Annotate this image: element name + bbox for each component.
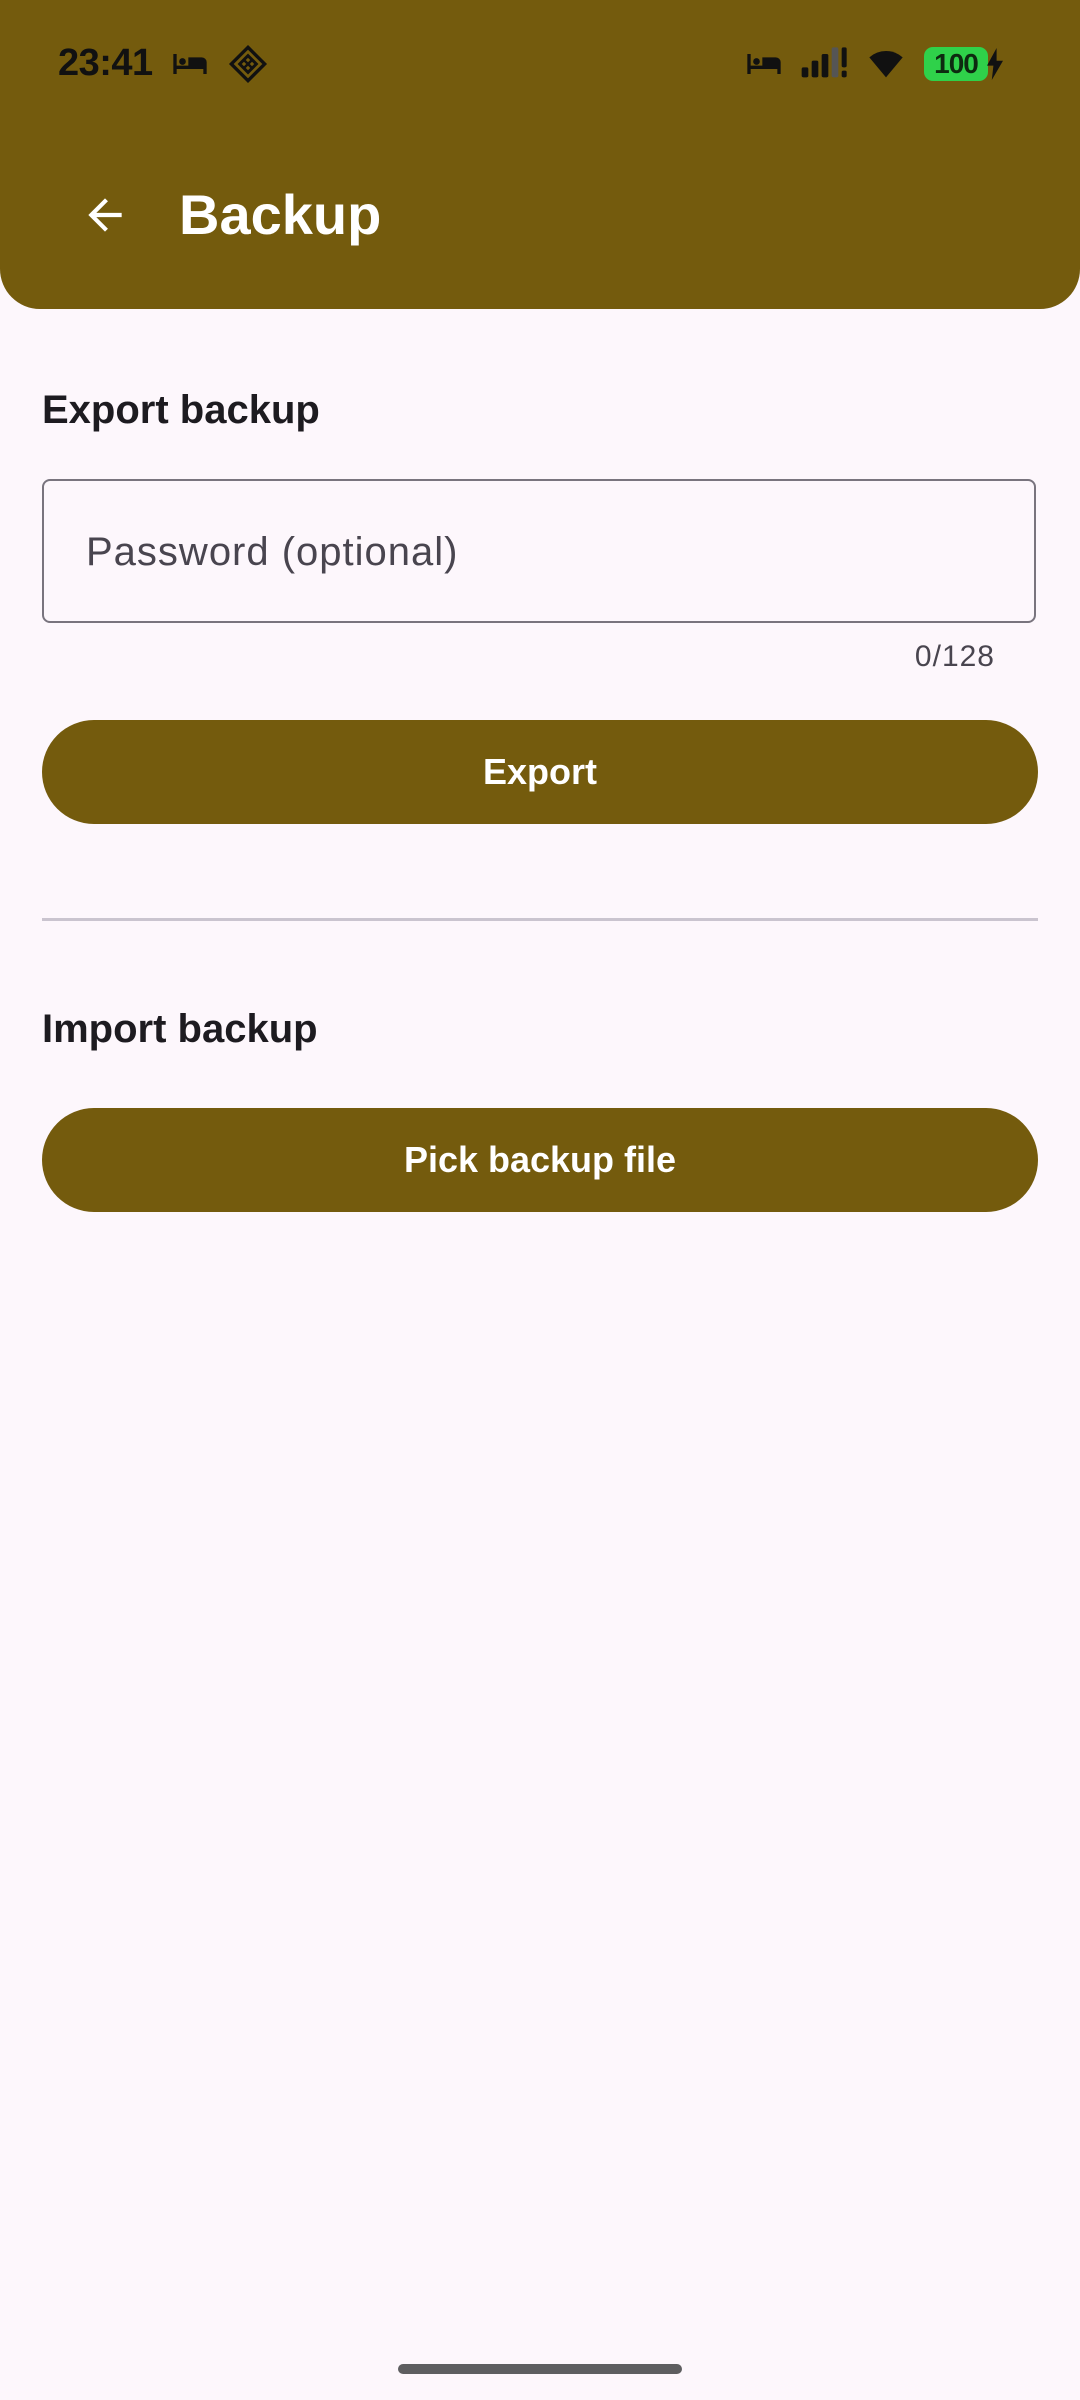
page-title: Backup	[179, 183, 382, 246]
password-input[interactable]	[84, 481, 988, 623]
import-section-title: Import backup	[42, 1007, 318, 1051]
bed-icon-right	[744, 44, 784, 89]
diamond-icon	[228, 44, 268, 89]
password-counter: 0/128	[914, 640, 995, 673]
battery-level: 100	[934, 48, 979, 79]
wifi-icon	[864, 44, 908, 89]
home-indicator[interactable]	[398, 2364, 682, 2374]
arrow-back-icon	[88, 198, 122, 232]
section-divider	[42, 918, 1038, 921]
back-button[interactable]	[70, 180, 140, 250]
battery-icon: 100	[924, 47, 988, 81]
export-button[interactable]: Export	[42, 720, 1038, 824]
signal-icon	[800, 44, 850, 89]
charging-icon	[984, 48, 1006, 85]
status-bar: 23:41 100	[0, 0, 1080, 130]
pick-backup-file-button[interactable]: Pick backup file	[42, 1108, 1038, 1212]
export-section-title: Export backup	[42, 388, 320, 432]
password-field[interactable]	[42, 479, 1036, 623]
status-time: 23:41	[58, 42, 153, 84]
bed-icon	[170, 44, 210, 89]
